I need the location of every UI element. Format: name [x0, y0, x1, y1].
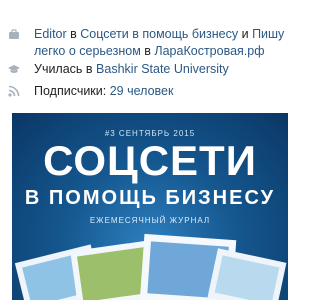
- cover-tagline: ЕЖЕМЕСЯЧНЫЙ ЖУРНАЛ: [89, 216, 211, 225]
- graduation-cap-icon: [8, 65, 20, 73]
- work-role-link[interactable]: Editor: [34, 27, 67, 41]
- work-and-text: и: [241, 27, 249, 41]
- cover-subtitle: В ПОМОЩЬ БИЗНЕСУ: [24, 187, 276, 209]
- work-info-row: Editor в Соцсети в помощь бизнесу и Пишу…: [8, 26, 294, 60]
- education-text: Училась в Bashkir State University: [34, 61, 229, 78]
- work-in2-text: в: [144, 44, 151, 58]
- work-site-link[interactable]: ЛараКостровая.рф: [154, 44, 264, 58]
- work-in-text: в: [70, 27, 77, 41]
- rss-icon: [8, 85, 20, 97]
- subscribers-label: Подписчики:: [34, 84, 107, 98]
- work-company2-part1: Пишу: [252, 27, 285, 41]
- subscribers-info-row: Подписчики: 29 человек: [8, 83, 294, 100]
- cover-photo-cards-illustration: [14, 233, 287, 300]
- work-company2-part2: легко о серьезном: [34, 44, 141, 58]
- subscribers-text: Подписчики: 29 человек: [34, 83, 173, 100]
- subscribers-count-link[interactable]: 29 человек: [110, 84, 174, 98]
- education-prefix: Училась в: [34, 62, 93, 76]
- work-company-link[interactable]: Соцсети в помощь бизнесу: [80, 27, 238, 41]
- briefcase-icon: [9, 29, 19, 39]
- magazine-cover-image[interactable]: #3 СЕНТЯБРЬ 2015 СОЦСЕТИ В ПОМОЩЬ БИЗНЕС…: [12, 113, 288, 300]
- work-text: Editor в Соцсети в помощь бизнесу и Пишу…: [34, 26, 284, 60]
- education-info-row: Училась в Bashkir State University: [8, 61, 294, 78]
- education-school-link[interactable]: Bashkir State University: [96, 62, 229, 76]
- cover-title: СОЦСЕТИ: [43, 137, 257, 184]
